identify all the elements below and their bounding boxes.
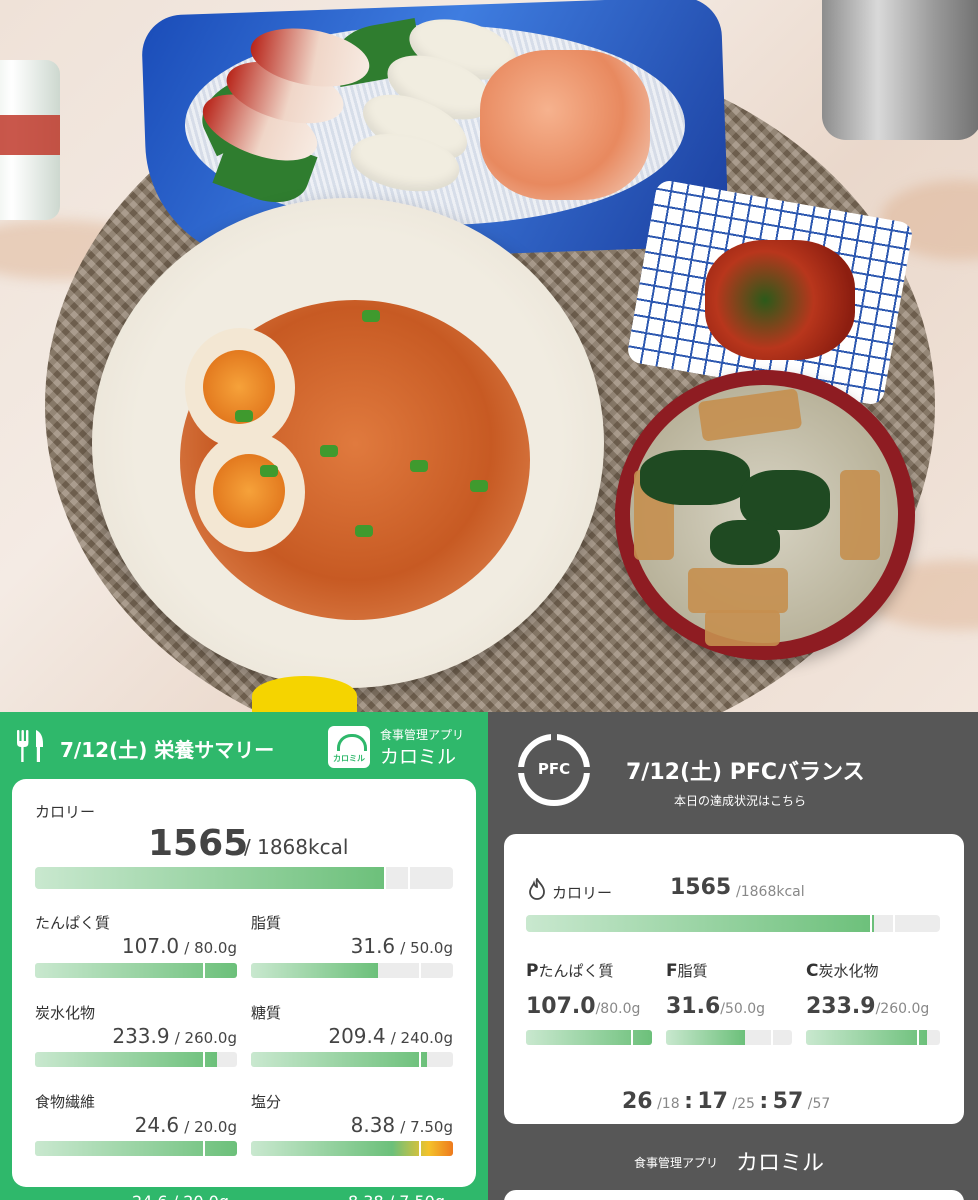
nutrient-label: 塩分 — [251, 1093, 282, 1111]
app-subtitle: 食事管理アプリ — [380, 728, 465, 742]
fat-amount: 31.6/50.0g — [666, 994, 766, 1019]
nutrient-label: 食物繊維 — [35, 1093, 96, 1111]
soft-boiled-egg — [185, 328, 295, 448]
nutrient-amount: 24.6 / 20.0g — [134, 1113, 237, 1137]
pfc-calorie-label: カロリー — [552, 884, 613, 902]
fat-label: F脂質 — [666, 961, 708, 981]
nutrient-label: 脂質 — [251, 914, 282, 932]
utensils-icon — [17, 730, 43, 762]
meal-photo — [0, 0, 978, 712]
pfc-ratio: 26 /18 : 17 /25 : 57 /57 — [622, 1089, 831, 1114]
pfc-card: カロリー 1565 /1868kcal Pたんぱく質 107.0/80.0g F… — [504, 834, 964, 1124]
carbohydrate-progress-bar — [35, 1052, 237, 1067]
fiber-progress-bar — [35, 1141, 237, 1156]
flame-icon — [529, 878, 545, 900]
calorie-goal: / 1868kcal — [244, 835, 349, 859]
app-logo: カロミル — [328, 726, 370, 768]
nutrient-label: 炭水化物 — [35, 1004, 96, 1022]
gauge-icon — [337, 734, 367, 751]
next-card-peek — [504, 1190, 964, 1200]
nutrient-amount: 233.9 / 260.0g — [112, 1024, 237, 1048]
protein-progress-bar — [35, 963, 237, 978]
next-card-peek: 24.6 / 20.0g 8.38 / 7.50g — [12, 1192, 476, 1200]
kimchi — [705, 240, 855, 360]
soy-sauce-can — [0, 60, 60, 220]
footer-app-name: カロミル — [736, 1151, 825, 1176]
pfc-title: 7/12(土) PFCバランス — [626, 760, 865, 785]
nutrient-label: 糖質 — [251, 1004, 282, 1022]
calorie-value: 1565 — [148, 823, 249, 864]
nutrient-amount: 8.38 / 7.50g — [350, 1113, 453, 1137]
protein-balance-bar — [526, 1030, 652, 1045]
fat-progress-bar — [251, 963, 453, 978]
nutrient-amount: 107.0 / 80.0g — [121, 934, 237, 958]
salmon-sashimi — [480, 50, 650, 200]
protein-amount: 107.0/80.0g — [526, 994, 641, 1019]
fat-balance-bar — [666, 1030, 792, 1045]
salt-progress-bar — [251, 1141, 453, 1156]
summary-card: カロリー 1565 / 1868kcal たんぱく質 107.0 / 80.0g… — [12, 779, 476, 1187]
carbohydrate-amount: 233.9/260.0g — [806, 994, 930, 1019]
footer-app-subtitle: 食事管理アプリ — [634, 1156, 719, 1170]
pfc-ring-icon: PFC — [516, 732, 592, 806]
pfc-calorie-goal: /1868kcal — [736, 884, 805, 900]
calorie-label: カロリー — [35, 803, 96, 821]
summary-title: 7/12(土) 栄養サマリー — [60, 738, 275, 762]
nutrient-amount: 209.4 / 240.0g — [328, 1024, 453, 1048]
soft-boiled-egg — [195, 432, 305, 552]
thermos-tumbler — [822, 0, 978, 140]
calorie-progress-bar — [35, 867, 453, 889]
pfc-subtitle: 本日の達成状況はこちら — [674, 794, 807, 808]
carbohydrate-balance-bar — [806, 1030, 940, 1045]
sugar-progress-bar — [251, 1052, 453, 1067]
pfc-calorie-progress-bar — [526, 915, 940, 932]
nutrient-amount: 31.6 / 50.0g — [350, 934, 453, 958]
pfc-calorie-value: 1565 — [670, 875, 732, 900]
summary-header: 7/12(土) 栄養サマリー カロミル 食事管理アプリ カロミル — [0, 712, 488, 780]
carbohydrate-label: C炭水化物 — [806, 961, 879, 981]
nutrient-label: たんぱく質 — [35, 914, 111, 932]
protein-label: Pたんぱく質 — [526, 961, 614, 981]
nutrition-summary-panel: 7/12(土) 栄養サマリー カロミル 食事管理アプリ カロミル カロリー 15… — [0, 712, 488, 1200]
pfc-balance-panel: PFC 7/12(土) PFCバランス 本日の達成状況はこちら カロリー 156… — [488, 712, 978, 1200]
app-name: カロミル — [380, 746, 457, 768]
